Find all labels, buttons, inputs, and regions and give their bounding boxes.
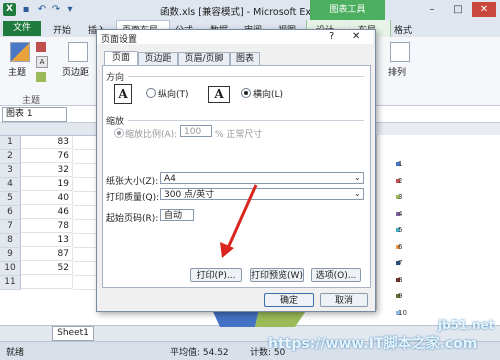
minimize-button[interactable]: – <box>420 2 444 17</box>
scale-radio[interactable] <box>114 128 124 138</box>
row-header[interactable]: 8 <box>0 234 21 248</box>
tab-format[interactable]: 格式 <box>394 23 412 36</box>
row-header[interactable]: 10 <box>0 262 21 276</box>
legend-label: 8 <box>398 275 403 284</box>
margins-button-label[interactable]: 页边距 <box>62 65 89 78</box>
print-quality-select[interactable]: 300 点/英寸 <box>160 188 364 200</box>
scale-option-label: 缩放比例(A): <box>125 130 178 140</box>
tab-chart[interactable]: 图表 <box>230 52 260 66</box>
cell-a11[interactable] <box>21 276 73 289</box>
row-header[interactable]: 6 <box>0 206 21 220</box>
column-header <box>0 123 100 136</box>
themes-group-label: 主题 <box>22 96 41 106</box>
cell-a5[interactable]: 40 <box>21 192 73 205</box>
themes-button-label[interactable]: 主题 <box>8 65 26 78</box>
cancel-button[interactable]: 取消 <box>320 293 368 307</box>
fonts-icon[interactable]: A <box>36 56 48 68</box>
legend-label: 2 <box>398 176 403 185</box>
row-header[interactable]: 9 <box>0 248 21 262</box>
scaling-section-label: 缩放 <box>106 117 125 127</box>
window-title: 函数.xls [兼容模式] - Microsoft Excel <box>160 7 325 18</box>
row-header[interactable]: 3 <box>0 164 21 178</box>
cell-a1[interactable]: 83 <box>21 136 73 149</box>
landscape-label[interactable]: 横向(L) <box>253 87 283 100</box>
landscape-radio[interactable] <box>241 88 251 98</box>
watermark-brand: https://www.IT脚本之家.com <box>268 336 478 352</box>
row-header[interactable]: 1 <box>0 136 21 150</box>
margins-icon[interactable] <box>68 42 88 62</box>
dialog-help-button[interactable]: ? <box>329 31 334 42</box>
portrait-radio[interactable] <box>146 88 156 98</box>
row-header[interactable]: 5 <box>0 192 21 206</box>
cell-a10[interactable]: 52 <box>21 262 73 275</box>
tab-margins[interactable]: 页边距 <box>138 52 178 66</box>
print-quality-chevron-down-icon[interactable]: ⌄ <box>354 189 361 198</box>
legend-label: 1 <box>398 160 403 168</box>
legend-label: 6 <box>398 242 403 251</box>
paper-size-label: 纸张大小(Z): <box>106 177 159 187</box>
colors-icon[interactable] <box>36 42 46 52</box>
options-button[interactable]: 选项(O)... <box>311 268 361 282</box>
first-page-number-input[interactable]: 自动 <box>160 209 194 221</box>
divider <box>128 120 364 121</box>
arrange-button-label[interactable]: 排列 <box>388 65 406 78</box>
save-icon[interactable]: ▪ <box>20 3 32 16</box>
paper-size-chevron-down-icon[interactable]: ⌄ <box>354 173 361 182</box>
excel-logo-icon: X <box>3 3 16 16</box>
row-header[interactable]: 4 <box>0 178 21 192</box>
scale-suffix-label: % 正常尺寸 <box>215 130 263 140</box>
chart-tools-label: 图表工具 <box>310 0 385 20</box>
cell-a9[interactable]: 87 <box>21 248 73 261</box>
portrait-label[interactable]: 纵向(T) <box>158 87 189 100</box>
themes-icon[interactable] <box>10 42 30 62</box>
undo-icon[interactable]: ↶ <box>36 3 48 16</box>
print-button[interactable]: 打印(P)... <box>190 268 242 282</box>
landscape-page-icon: A <box>208 86 230 103</box>
cell-a7[interactable]: 78 <box>21 220 73 233</box>
redo-icon[interactable]: ↷ <box>50 3 62 16</box>
maximize-button[interactable]: □ <box>446 2 470 17</box>
close-window-button[interactable]: ✕ <box>472 2 496 17</box>
cell-a2[interactable]: 76 <box>21 150 73 163</box>
scale-percent-input[interactable]: 100 <box>180 125 212 137</box>
row-header[interactable]: 7 <box>0 220 21 234</box>
row-header[interactable]: 2 <box>0 150 21 164</box>
legend-label: 3 <box>398 193 403 201</box>
chart-area[interactable] <box>376 135 500 310</box>
legend-label: 7 <box>398 259 403 267</box>
ok-button[interactable]: 确定 <box>264 293 314 307</box>
portrait-page-icon: A <box>114 84 132 104</box>
cell-a4[interactable]: 19 <box>21 178 73 191</box>
tab-header-footer[interactable]: 页眉/页脚 <box>178 52 230 66</box>
cell-a6[interactable]: 46 <box>21 206 73 219</box>
legend-label: 9 <box>398 292 403 300</box>
row-header[interactable]: 11 <box>0 276 21 290</box>
legend-label: 4 <box>398 209 403 218</box>
tab-page[interactable]: 页面 <box>104 51 138 66</box>
legend-label: 10 <box>398 308 407 317</box>
print-preview-button[interactable]: 打印预览(W) <box>250 268 304 282</box>
dialog-close-button[interactable]: ✕ <box>352 31 360 42</box>
dialog-title: 页面设置 <box>101 35 138 45</box>
effects-icon[interactable] <box>36 72 46 82</box>
status-average: 平均值: 54.52 <box>170 348 229 358</box>
tab-home[interactable]: 开始 <box>53 23 71 36</box>
cell-a3[interactable]: 32 <box>21 164 73 177</box>
legend-label: 5 <box>398 226 403 234</box>
cell-a8[interactable]: 13 <box>21 234 73 247</box>
quick-access-dropdown-icon[interactable]: ▾ <box>64 3 76 16</box>
name-box[interactable]: 图表 1 <box>2 107 67 122</box>
first-page-number-label: 起始页码(R): <box>106 214 159 224</box>
paper-size-select[interactable]: A4 <box>160 172 364 184</box>
tab-file[interactable]: 文件 <box>3 21 41 36</box>
arrange-icon[interactable] <box>390 42 410 62</box>
sheet-tab-sheet1[interactable]: Sheet1 <box>52 326 94 341</box>
print-quality-label: 打印质量(Q): <box>106 193 160 203</box>
status-ready: 就绪 <box>6 348 25 358</box>
watermark-site: jb51.net <box>438 318 495 332</box>
divider <box>128 76 364 77</box>
orientation-section-label: 方向 <box>106 73 125 83</box>
